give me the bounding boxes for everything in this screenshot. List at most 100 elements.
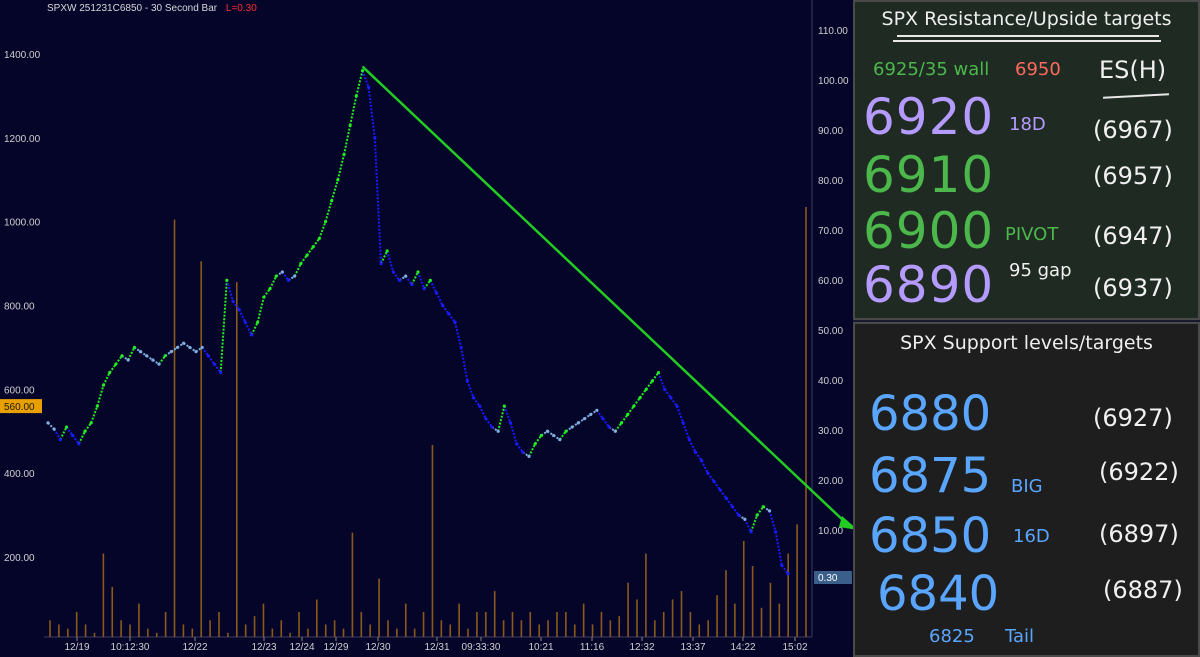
volume-bar <box>138 603 140 637</box>
es-level: (6937) <box>1093 274 1173 302</box>
es-heading: ES(H) <box>1099 56 1167 84</box>
chart-canvas[interactable]: 1400.00 1200.00 1000.00 800.00 600.00 400.00 2… <box>0 0 853 657</box>
price-point <box>755 513 759 517</box>
chart-title: SPXW 251231C6850 - 30 Second Bar L=0.30 <box>47 3 257 14</box>
volume-bar <box>271 628 274 637</box>
x-axis-tick: 12/19 <box>64 642 89 653</box>
price-point <box>342 153 346 157</box>
support-level: 6850 <box>869 508 992 564</box>
price-point <box>786 572 790 576</box>
price-point <box>693 450 698 454</box>
price-point <box>89 421 93 425</box>
volume-bar <box>360 611 363 637</box>
price-point <box>354 94 358 98</box>
x-axis-tick: 12/23 <box>251 642 276 653</box>
volume-bar <box>493 591 496 637</box>
tail-label: Tail <box>1005 626 1035 647</box>
volume-bar <box>316 599 318 637</box>
price-point <box>95 404 99 408</box>
price-point <box>515 442 519 446</box>
price-point <box>237 308 241 312</box>
price-point <box>465 379 469 383</box>
volume-bar <box>636 599 638 637</box>
price-point <box>317 236 321 241</box>
price-point <box>256 320 260 324</box>
es-level: (6967) <box>1093 116 1173 144</box>
price-point <box>780 563 784 567</box>
volume-bar <box>698 624 701 637</box>
price-point <box>360 69 365 73</box>
price-point <box>219 370 223 375</box>
price-point <box>767 509 772 513</box>
wall-label: 6925/35 wall <box>873 59 990 80</box>
volume-bar <box>342 628 345 637</box>
price-point <box>434 291 439 295</box>
volume-bar <box>84 624 87 637</box>
x-axis-tick: 12:32 <box>629 642 654 653</box>
x-axis-tick: 09:33:30 <box>462 642 501 653</box>
left-axis-tick: 600.00 <box>4 385 35 396</box>
price-point <box>724 496 728 500</box>
price-point <box>681 421 685 425</box>
right-axis-tick: 30.00 <box>818 426 843 437</box>
price-point <box>632 404 636 408</box>
price-point <box>83 429 87 433</box>
last-value-label: L=0.30 <box>225 3 257 14</box>
level-tag: BIG <box>1011 476 1043 497</box>
level-tag: 16D <box>1013 526 1050 547</box>
volume-bar <box>725 570 727 637</box>
price-point <box>706 471 710 475</box>
price-point <box>64 425 69 429</box>
price-point <box>71 433 75 438</box>
x-axis-tick: 11:16 <box>580 642 605 653</box>
price-chart[interactable]: 1400.00 1200.00 1000.00 800.00 600.00 400.00 2… <box>0 0 853 657</box>
screenshot: 1400.00 1200.00 1000.00 800.00 600.00 400.00 2… <box>0 0 1200 657</box>
volume-bar <box>182 624 185 637</box>
volume-bar <box>173 219 176 637</box>
x-axis-tick: 15:02 <box>782 642 807 653</box>
es-underline <box>1102 93 1170 99</box>
price-point <box>206 354 210 358</box>
volume-bar <box>129 624 131 637</box>
volume-bar <box>147 628 149 637</box>
price-point <box>644 387 648 391</box>
price-point <box>663 387 667 391</box>
price-point <box>305 253 309 257</box>
resistance-level: 6900 <box>863 202 995 260</box>
left-axis-tick: 800.00 <box>4 302 35 313</box>
price-point <box>558 438 562 442</box>
volume-bar <box>209 620 211 637</box>
volume-bar <box>547 620 549 637</box>
price-point <box>108 370 112 375</box>
volume-bar <box>227 632 229 637</box>
volume-bar <box>235 282 238 637</box>
price-point <box>743 517 747 521</box>
volume-bar <box>556 611 558 637</box>
volume-bar <box>333 620 336 637</box>
price-point <box>459 345 463 350</box>
price-point <box>385 249 389 253</box>
resistance-level: 6920 <box>863 88 995 146</box>
price-point <box>410 282 414 287</box>
price-point <box>638 396 642 400</box>
price-point <box>700 458 704 463</box>
left-axis-tick: 400.00 <box>4 469 35 480</box>
price-point <box>169 350 173 354</box>
price-point <box>188 345 192 350</box>
volume-bar <box>58 624 60 637</box>
volume-bar <box>307 628 309 637</box>
resistance-level: 6890 <box>863 256 995 314</box>
price-point <box>145 354 149 358</box>
price-point <box>441 303 445 308</box>
price-point <box>397 278 402 282</box>
price-point <box>761 505 765 509</box>
right-axis-tick: 100.00 <box>818 76 849 87</box>
price-point <box>404 274 408 278</box>
price-point <box>416 270 420 274</box>
x-axis-tick: 12/30 <box>365 642 390 653</box>
price-point <box>132 345 136 350</box>
price-point <box>582 417 587 421</box>
volume-bar <box>502 620 505 637</box>
price-point <box>336 178 340 182</box>
price-point <box>527 454 531 458</box>
